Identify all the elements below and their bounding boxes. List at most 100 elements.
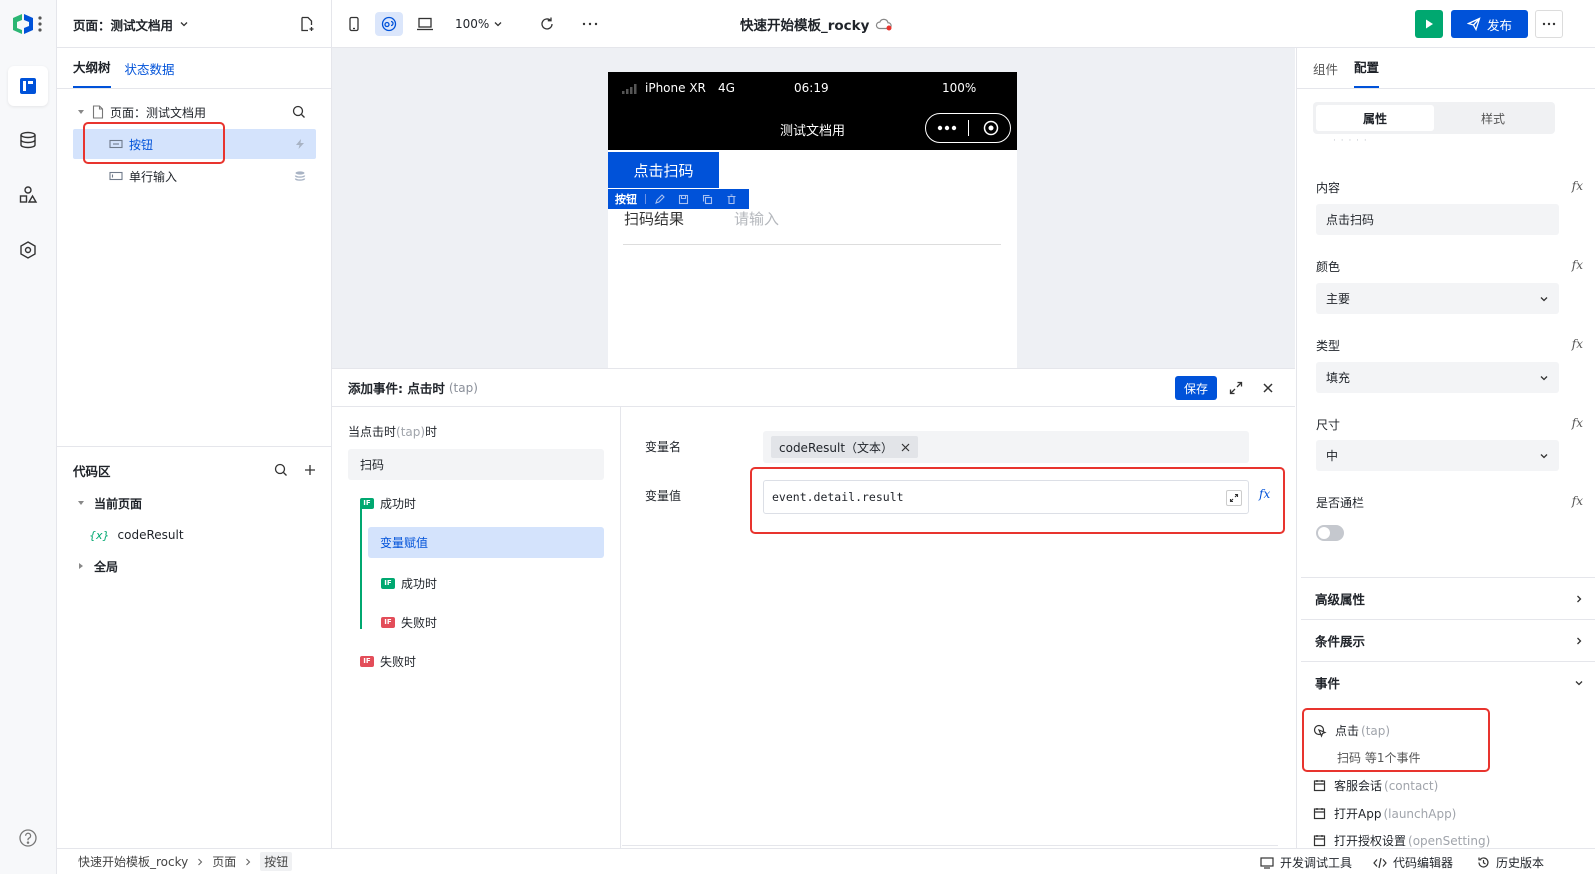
var-name-label: 变量名 [645, 440, 682, 454]
expand-icon[interactable] [1229, 381, 1243, 395]
components-icon[interactable] [8, 175, 48, 215]
tab-outline-tree[interactable]: 大纲树 [73, 48, 111, 88]
segment-properties[interactable]: 属性 [1316, 105, 1434, 131]
database-icon[interactable] [8, 120, 48, 160]
close-icon[interactable] [1262, 382, 1274, 394]
config-tabs: 组件 配置 [1313, 48, 1380, 88]
breadcrumb-page[interactable]: 页面 [212, 853, 236, 870]
event-launch-app[interactable]: 打开App (launchApp) [1313, 805, 1456, 822]
fx-icon[interactable]: fx [1572, 258, 1583, 272]
edit-icon[interactable] [654, 193, 665, 205]
history-icon [1478, 857, 1489, 868]
tab-state-data[interactable]: 状态数据 [125, 59, 175, 78]
var-name-select[interactable]: codeResult（文本） [763, 431, 1249, 463]
more-icon [1542, 22, 1556, 26]
header-more-button[interactable] [1535, 10, 1563, 38]
play-icon [1426, 19, 1433, 29]
tree-page-node[interactable]: 页面：测试文档用 [73, 97, 316, 127]
event-calendar-icon [1313, 780, 1326, 792]
caret-down-icon [78, 501, 84, 505]
breadcrumb-button[interactable]: 按钮 [260, 852, 293, 871]
code-current-page[interactable]: 当前页面 [73, 488, 316, 518]
event-tap[interactable]: 点击 (tap) [1313, 722, 1390, 739]
trigger-prefix: 当点击时 [348, 425, 397, 439]
section-conditional[interactable]: 条件展示 [1301, 619, 1595, 661]
page-selector[interactable]: 页面：测试文档用 [73, 15, 189, 34]
app-title-block: 快速开始模板_rocky [740, 12, 893, 36]
fx-icon[interactable]: fx [1572, 337, 1583, 351]
delete-icon[interactable] [726, 193, 737, 205]
status-bar: 快速开始模板_rocky 页面 按钮 开发调试工具 代码编辑器 历史版本 [57, 848, 1595, 874]
save-icon[interactable] [678, 194, 689, 205]
action-scan[interactable]: 扫码 [348, 449, 604, 480]
editor-scroll-divider [622, 845, 1278, 846]
flow-nested-success[interactable]: IF 成功时 [381, 573, 437, 593]
flow-label: 成功时 [380, 496, 417, 511]
search-icon[interactable] [292, 105, 306, 119]
help-icon[interactable] [8, 818, 48, 858]
fx-icon[interactable]: fx [1572, 179, 1583, 193]
content-input[interactable]: 点击扫码 [1316, 204, 1559, 235]
type-select[interactable]: 填充 [1316, 362, 1559, 393]
save-button[interactable]: 保存 [1175, 376, 1217, 400]
settings-hex-icon[interactable] [8, 230, 48, 270]
refresh-icon[interactable] [533, 12, 561, 36]
scan-button-label: 点击扫码 [633, 161, 694, 180]
event-flow-panel: 当点击时 (tap) 时 扫码 IF 成功时 变量赋值 IF 成功时 IF 失败… [332, 407, 621, 849]
flow-label: 失败时 [380, 654, 417, 669]
current-page-label: 当前页面 [94, 496, 143, 511]
add-page-icon[interactable] [299, 16, 315, 32]
color-select[interactable]: 主要 [1316, 283, 1559, 314]
dev-tools-button[interactable]: 开发调试工具 [1260, 854, 1352, 871]
breadcrumb-app[interactable]: 快速开始模板_rocky [78, 853, 188, 870]
app-logo[interactable] [10, 12, 44, 36]
field-input[interactable]: 请输入 [734, 208, 779, 229]
tab-config[interactable]: 配置 [1354, 48, 1380, 88]
tree-item-button[interactable]: 按钮 [73, 129, 316, 159]
add-icon[interactable] [304, 464, 316, 476]
drag-handle-dots: · · · · · [1333, 136, 1368, 146]
section-events[interactable]: 事件 [1301, 661, 1595, 703]
fx-icon[interactable]: fx [1572, 494, 1583, 508]
status-time: 06:19 [794, 81, 829, 95]
section-advanced[interactable]: 高级属性 [1301, 577, 1595, 619]
event-tap-summary[interactable]: 扫码 等1个事件 [1337, 749, 1420, 766]
segment-style[interactable]: 样式 [1434, 105, 1552, 131]
expand-editor-icon[interactable] [1226, 490, 1242, 506]
var-name-chip: codeResult（文本） [771, 436, 919, 458]
size-select[interactable]: 中 [1316, 440, 1559, 471]
tree-item-input[interactable]: 单行输入 [73, 161, 316, 191]
fx-icon[interactable]: fx [1572, 416, 1583, 430]
copy-icon[interactable] [702, 194, 713, 205]
flow-assign-node[interactable]: 变量赋值 [368, 527, 604, 558]
more-icon[interactable] [576, 12, 604, 36]
publish-button[interactable]: 发布 [1451, 10, 1528, 38]
prop-label-content: 内容 [1316, 181, 1341, 195]
prop-label-full-width: 是否通栏 [1316, 496, 1365, 510]
prop-label-size: 尺寸 [1316, 418, 1341, 432]
run-preview-button[interactable] [1415, 10, 1443, 38]
event-setting-name: 打开授权设置 [1334, 834, 1407, 848]
outline-nav-icon[interactable] [8, 66, 48, 106]
code-variable-item[interactable]: {x} codeResult [73, 520, 316, 550]
capsule-menu[interactable] [925, 113, 1011, 143]
remove-chip-icon[interactable] [901, 443, 910, 452]
search-icon[interactable] [274, 463, 288, 477]
scan-button-preview[interactable]: 点击扫码 [608, 152, 719, 188]
full-width-toggle[interactable] [1316, 525, 1344, 541]
miniprogram-view-icon[interactable] [375, 12, 403, 36]
desktop-view-icon[interactable] [411, 12, 439, 36]
flow-on-success[interactable]: IF 成功时 [360, 493, 416, 513]
event-contact[interactable]: 客服会话 (contact) [1313, 777, 1438, 794]
code-editor-button[interactable]: 代码编辑器 [1373, 854, 1453, 871]
code-global[interactable]: 全局 [73, 551, 316, 581]
flow-on-fail[interactable]: IF 失败时 [360, 651, 416, 671]
var-value-input[interactable]: event.detail.result [763, 480, 1249, 514]
flow-nested-fail[interactable]: IF 失败时 [381, 612, 437, 632]
tab-components[interactable]: 组件 [1313, 59, 1338, 78]
event-open-setting[interactable]: 打开授权设置 (openSetting) [1313, 832, 1490, 849]
mobile-view-icon[interactable] [340, 12, 368, 36]
fx-icon[interactable]: fx [1259, 487, 1270, 501]
history-button[interactable]: 历史版本 [1477, 854, 1544, 871]
zoom-select[interactable]: 100% [455, 12, 503, 36]
